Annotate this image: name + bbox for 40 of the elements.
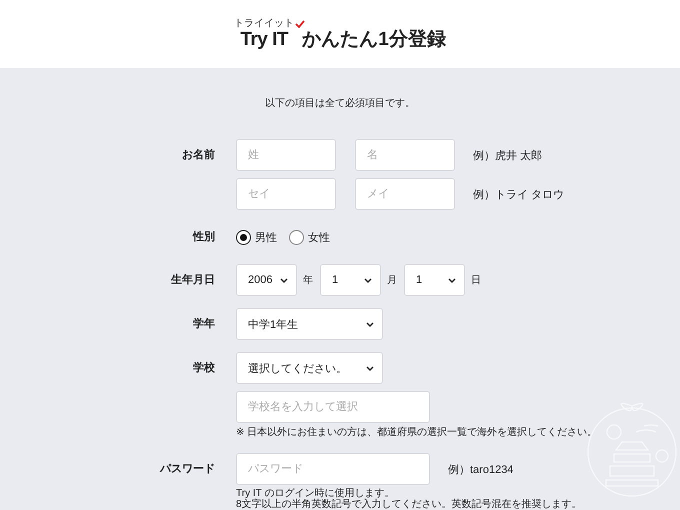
radio-option[interactable]: 女性 <box>289 230 330 244</box>
field-label: パスワード <box>158 462 215 477</box>
field-label: 学校 <box>192 360 215 376</box>
dropdown[interactable]: 2006 <box>236 264 297 296</box>
chevron-down-icon <box>364 278 372 282</box>
field-label: お名前 <box>181 148 215 163</box>
text-field[interactable]: セイ <box>236 178 336 210</box>
dropdown[interactable]: 1 <box>320 264 381 296</box>
chevron-down-icon <box>366 322 374 326</box>
unit-label: 月 <box>387 274 397 287</box>
logo: Try IT <box>240 30 288 49</box>
dropdown[interactable]: 1 <box>404 264 465 296</box>
chevron-down-icon <box>448 278 456 282</box>
dropdown[interactable]: 選択してください。 <box>236 352 383 384</box>
note-text: Try IT のログイン時に使用します。 <box>236 488 396 499</box>
field-label: 性別 <box>192 230 215 245</box>
page-title: かんたん1分登録 <box>302 30 446 49</box>
chevron-down-icon <box>280 278 288 282</box>
chevron-down-icon <box>366 366 374 370</box>
password-field[interactable]: パスワード <box>236 453 430 485</box>
dropdown[interactable]: 中学1年生 <box>236 308 383 340</box>
unit-label: 日 <box>471 274 481 287</box>
required-notice: 以下の項目は全て必須項目です。 <box>264 96 416 111</box>
logo-ruby: トライイット <box>234 19 294 29</box>
field-label: 生年月日 <box>170 272 215 288</box>
example-text: 例）虎井 太郎 <box>473 148 542 162</box>
radio-option[interactable]: 男性 <box>236 230 277 244</box>
radio-button[interactable] <box>289 230 304 244</box>
text-field[interactable]: メイ <box>355 178 455 210</box>
example-text: 例）トライ タロウ <box>473 188 564 202</box>
example-text: 例）taro1234 <box>448 462 514 476</box>
text-field[interactable]: 名 <box>355 139 455 171</box>
note-text: 8文字以上の半角英数記号で入力してください。英数記号混在を推奨します。 <box>236 499 583 510</box>
unit-label: 年 <box>303 274 313 287</box>
radio-button[interactable] <box>236 230 251 244</box>
text-field[interactable]: 姓 <box>236 139 336 171</box>
check-icon <box>295 20 306 28</box>
text-field[interactable]: 学校名を入力して選択 <box>236 391 430 423</box>
field-label: 学年 <box>192 316 215 332</box>
note-text: ※ 日本以外にお住まいの方は、都道府県の選択一覧で海外を選択してください。 <box>236 427 598 438</box>
